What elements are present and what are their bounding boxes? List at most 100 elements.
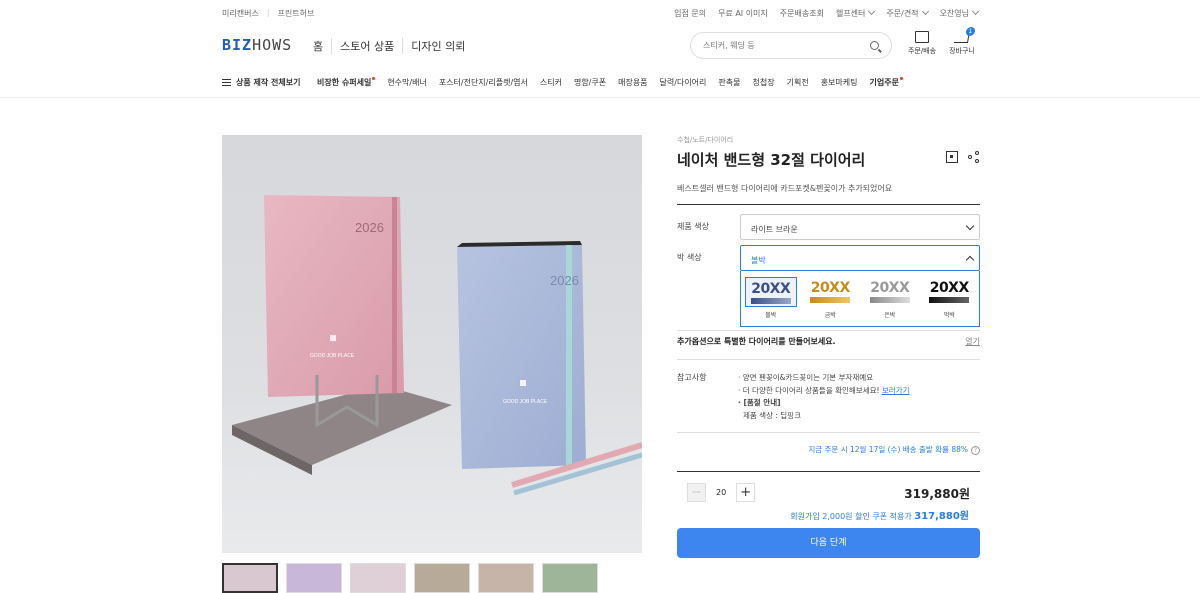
note-text: · 더 다양한 다이어리 상품들을 확인해보세요! (738, 385, 880, 395)
search-icon[interactable] (870, 41, 879, 50)
foil-swatch-blue[interactable]: 20XX 볼박 (744, 277, 797, 326)
thumbnail-1[interactable] (222, 563, 278, 593)
swatch-sample-text: 20XX (810, 280, 851, 296)
quantity-decrease-button[interactable]: − (687, 483, 706, 502)
breadcrumb[interactable]: 수첩/노트/다이어리 (677, 135, 980, 145)
shipping-text: 지금 주문 시 12월 17일 (수) 배송 출발 확률 88% (808, 445, 968, 454)
thumbnail-4[interactable] (414, 563, 470, 593)
util-link-help[interactable]: 헬프센터 (835, 7, 876, 19)
product-subtitle: 베스트셀러 밴드형 다이어리에 카드포켓&펜꽂이가 추가되었어요 (677, 184, 893, 193)
chevron-down-icon (965, 221, 975, 231)
open-options-link[interactable]: 열기 (965, 336, 980, 347)
swatch-color-bar (750, 298, 791, 304)
additional-options-row[interactable]: 추가옵션으로 특별한 다이어리를 만들어보세요. 열기 (677, 336, 980, 352)
cat-super-sale-label: 비장한 슈퍼세일 (317, 78, 372, 87)
see-more-link[interactable]: 보러가기 (882, 386, 910, 395)
foil-swatch-gold[interactable]: 20XX 금박 (804, 277, 856, 326)
pink-diary-year: 2026 (355, 220, 384, 235)
note-item: · 더 다양한 다이어리 상품들을 확인해보세요! 보러가기 (738, 385, 910, 398)
foil-swatch-black[interactable]: 20XX 먹박 (923, 277, 975, 326)
coupon-price: 317,880원 (914, 511, 969, 522)
cat-marketing[interactable]: 홍보마케팅 (821, 77, 858, 88)
cat-business-order[interactable]: 기업주문 (870, 77, 903, 88)
help-question-icon[interactable]: ? (971, 446, 980, 455)
cat-calendar[interactable]: 달력/다이어리 (660, 77, 707, 88)
option-row-color: 제품 색상 라이트 브라운 (677, 211, 980, 242)
chevron-down-icon (868, 7, 876, 16)
cat-promo-goods[interactable]: 판촉물 (718, 77, 740, 88)
color-select-value: 라이트 브라운 (751, 225, 798, 234)
nav-home[interactable]: 홈 (313, 38, 331, 54)
nav-design-request[interactable]: 디자인 의뢰 (402, 38, 473, 54)
site-logo[interactable]: BIZHOWS (222, 36, 292, 54)
new-dot-icon (372, 77, 376, 80)
util-link-order-track[interactable]: 주문배송조회 (780, 8, 824, 19)
util-link-ai-image[interactable]: 무료 AI 이미지 (718, 8, 768, 19)
swatch-sample-text: 20XX (751, 281, 791, 297)
logo-part-2: HOWS (252, 36, 293, 54)
category-nav: 상품 제작 전체보기 비장한 슈퍼세일 현수막/배너 포스터/전단지/리플렛/엽… (0, 70, 1200, 98)
cat-super-sale[interactable]: 비장한 슈퍼세일 (317, 77, 376, 88)
all-products-menu[interactable]: 상품 제작 전체보기 (222, 77, 300, 88)
search-input[interactable] (703, 41, 863, 50)
main-nav: 홈 스토어 상품 디자인 의뢰 (313, 38, 473, 54)
thumbnail-5[interactable] (478, 563, 534, 593)
coupon-price-row: 회원가입 2,000원 할인 쿠폰 적용가 317,880원 (790, 507, 969, 522)
quantity-increase-button[interactable]: + (736, 483, 756, 502)
additional-options-label: 추가옵션으로 특별한 다이어리를 만들어보세요. (677, 337, 836, 346)
swatch-color-bar (869, 297, 910, 303)
swatch-color-bar (929, 297, 970, 303)
cart-button[interactable]: 1 장바구니 (942, 27, 982, 56)
user-menu[interactable]: 오찬영님 (939, 7, 980, 19)
foil-select-value: 볼박 (751, 256, 766, 265)
thumbnail-6[interactable] (542, 563, 598, 593)
util-separator: | (266, 8, 270, 17)
all-products-label: 상품 제작 전체보기 (236, 78, 301, 87)
foil-swatch-silver[interactable]: 20XX 은박 (864, 277, 916, 326)
swatch-label: 금박 (824, 312, 836, 319)
divider (677, 432, 980, 433)
cat-sticker[interactable]: 스티커 (540, 77, 562, 88)
truck-icon (915, 31, 929, 43)
cat-namecard[interactable]: 명함/쿠폰 (574, 77, 606, 88)
color-select[interactable]: 라이트 브라운 (740, 214, 980, 240)
share-icon[interactable] (968, 151, 980, 163)
thumbnail-2[interactable] (286, 563, 342, 593)
cart-icon: 1 (953, 27, 976, 43)
chevron-down-icon (971, 7, 980, 16)
order-delivery-button[interactable]: 주문/배송 (902, 31, 942, 56)
site-header: BIZHOWS 홈 스토어 상품 디자인 의뢰 주문/배송 1 장바구니 (0, 26, 1200, 66)
cart-count-badge: 1 (965, 27, 976, 36)
chevron-down-icon (921, 7, 929, 16)
foil-swatch-panel: 20XX 볼박 20XX 금박 20XX 은박 20XX 먹박 (740, 271, 980, 327)
foil-select[interactable]: 볼박 (740, 245, 980, 271)
cat-banner[interactable]: 현수막/배너 (387, 77, 427, 88)
divider (677, 359, 980, 360)
brown-diary (232, 385, 452, 465)
quantity-value[interactable]: 20 (716, 488, 726, 497)
util-link-miricanvas[interactable]: 미리캔버스 (222, 8, 259, 19)
next-step-button[interactable]: 다음 단계 (677, 528, 980, 558)
cat-poster[interactable]: 포스터/전단지/리플렛/엽서 (439, 77, 528, 88)
search-box (690, 32, 892, 59)
total-price: 319,880원 (904, 487, 970, 501)
cat-store-goods[interactable]: 매장용품 (618, 77, 647, 88)
util-link-printhub[interactable]: 프린트허브 (278, 8, 315, 19)
util-link-quote[interactable]: 주문/견적 (886, 7, 929, 19)
util-help-label: 헬프센터 (835, 9, 866, 18)
note-item: · [품절 안내] (738, 398, 781, 407)
swatch-sample-text: 20XX (929, 280, 970, 296)
qr-code-icon[interactable] (946, 151, 958, 163)
thumbnail-3[interactable] (350, 563, 406, 593)
shipping-estimate: 지금 주문 시 12월 17일 (수) 배송 출발 확률 88%? (677, 444, 980, 455)
product-main-image: 2026 GOOD JOB PLACE 2026 GOOD JOB PLACE (222, 135, 642, 553)
nav-store[interactable]: 스토어 상품 (331, 38, 402, 54)
foil-option-label: 박 색상 (677, 253, 702, 262)
swatch-label: 볼박 (765, 312, 777, 319)
thumbnail-strip (222, 563, 598, 593)
cat-special[interactable]: 기획전 (787, 77, 809, 88)
util-link-partner[interactable]: 입점 문의 (674, 8, 706, 19)
cat-invitation[interactable]: 청첩장 (753, 77, 775, 88)
logo-part-1: BIZ (222, 36, 253, 54)
user-name: 오찬영님 (939, 9, 969, 18)
